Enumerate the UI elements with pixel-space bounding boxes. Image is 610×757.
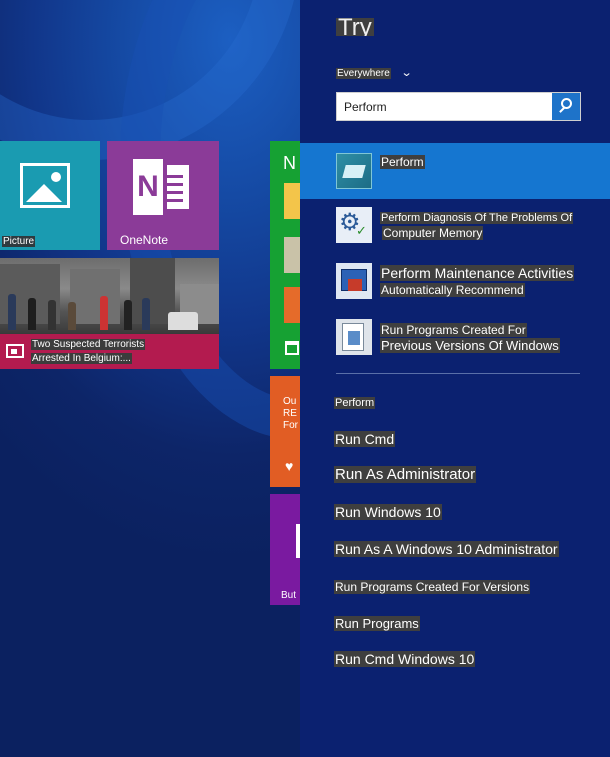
suggestion-item[interactable]: Run Programs [334, 616, 420, 631]
search-charm: Try Everywhere ⌄ Perform Perform Diagnos… [300, 0, 610, 757]
result-title: Perform Diagnosis Of The Problems Of [380, 212, 574, 224]
suggestions-header-label: Perform [334, 397, 376, 409]
suggestions-header: Perform [334, 397, 376, 409]
suggestion-item[interactable]: Run Cmd [334, 431, 396, 447]
result-subtitle: Automatically Recommend [380, 283, 525, 297]
news-headline: Two Suspected Terrorists Arrested In Bel… [31, 338, 146, 366]
result-subtitle: Previous Versions Of Windows [380, 338, 560, 353]
suggestion-item[interactable]: Run Cmd Windows 10 [334, 651, 476, 667]
pictures-icon [20, 163, 70, 208]
heart-icon: ♥ [285, 458, 294, 474]
chevron-down-icon: ⌄ [400, 67, 413, 79]
result-title: Run Programs Created For [380, 323, 527, 337]
search-result-maintenance[interactable]: Perform Maintenance Activities Automatic… [300, 255, 610, 311]
divider [336, 373, 580, 374]
tile-store[interactable]: N [270, 141, 300, 369]
news-headline-line2: Arrested In Belgium:... [31, 353, 132, 364]
tile-purple[interactable]: But [270, 494, 300, 605]
tile-health[interactable]: Ou RE For ♥ [270, 376, 300, 487]
news-headline-line1: Two Suspected Terrorists [31, 339, 146, 350]
onenote-icon: N [133, 159, 191, 215]
search-scope-dropdown[interactable]: Everywhere ⌄ [336, 66, 413, 79]
memory-diagnostic-icon [336, 207, 372, 243]
news-icon [6, 344, 24, 358]
result-subtitle: Computer Memory [382, 226, 484, 240]
tile-health-text: Ou RE For [283, 396, 298, 431]
tile-purple-label: But [281, 590, 297, 601]
search-scope-label: Everywhere [336, 68, 391, 79]
maintenance-icon [336, 263, 372, 299]
store-icon [285, 341, 299, 355]
search-button[interactable] [552, 93, 580, 120]
app-thumbnail [284, 183, 300, 219]
charm-title: Try [336, 18, 374, 36]
tile-news[interactable]: Two Suspected Terrorists Arrested In Bel… [0, 258, 219, 369]
search-input[interactable] [337, 93, 552, 120]
tile-onenote-label: OneNote [120, 233, 169, 247]
result-title: Perform [380, 155, 425, 169]
result-text: Run Programs Created For Previous Versio… [380, 323, 560, 354]
tile-onenote[interactable]: N OneNote [107, 141, 219, 250]
suggestion-item[interactable]: Run Programs Created For Versions [334, 580, 531, 594]
suggestion-label: Run As Administrator [334, 466, 477, 483]
search-icon [561, 98, 572, 109]
suggestion-item[interactable]: Run As Administrator [334, 466, 477, 483]
suggestion-label: Run Programs [334, 616, 420, 631]
search-result-memory-diagnostic[interactable]: Perform Diagnosis Of The Problems Of Com… [300, 199, 610, 255]
news-photo [0, 258, 219, 334]
search-result-compatibility[interactable]: Run Programs Created For Previous Versio… [300, 311, 610, 367]
suggestion-label: Run Cmd [334, 431, 396, 447]
suggestion-label: Run Programs Created For Versions [334, 580, 531, 594]
app-thumbnail [284, 287, 300, 323]
suggestion-label: Run Windows 10 [334, 504, 442, 520]
result-text: Perform [380, 155, 425, 170]
tile-pictures[interactable]: Picture [0, 141, 100, 250]
compatibility-icon [336, 319, 372, 355]
tile-pictures-label: Picture [2, 236, 36, 247]
perform-icon [336, 153, 372, 189]
tile-store-letter: N [283, 153, 296, 173]
result-text: Perform Maintenance Activities Automatic… [380, 265, 575, 298]
search-result-perform[interactable]: Perform [300, 143, 610, 199]
suggestion-item[interactable]: Run As A Windows 10 Administrator [334, 541, 559, 557]
suggestion-item[interactable]: Run Windows 10 [334, 504, 442, 520]
suggestion-label: Run As A Windows 10 Administrator [334, 541, 559, 557]
search-box [336, 92, 581, 121]
start-screen: Picture N OneNote Two Suspected Terroris… [0, 0, 300, 757]
result-text: Perform Diagnosis Of The Problems Of Com… [380, 211, 574, 242]
app-thumbnail [284, 237, 300, 273]
result-title: Perform Maintenance Activities [380, 265, 575, 281]
suggestion-label: Run Cmd Windows 10 [334, 651, 476, 667]
